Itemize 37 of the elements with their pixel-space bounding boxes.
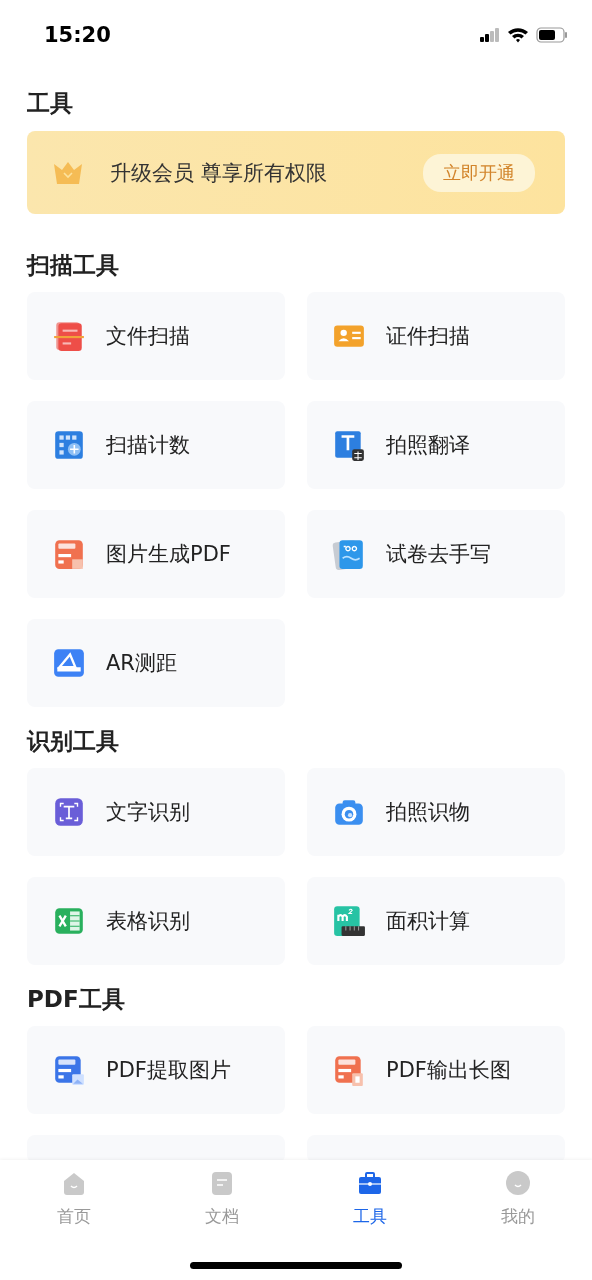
wifi-icon (507, 27, 529, 43)
battery-icon (536, 27, 568, 43)
text-recognition-icon (52, 795, 86, 829)
tool-button[interactable]: 表格识别 (27, 877, 285, 965)
tab-button[interactable]: 工具 (296, 1160, 444, 1229)
signal-icon (480, 28, 500, 42)
tool-button[interactable]: 扫描计数 (27, 401, 285, 489)
exam-paper-icon (332, 537, 366, 571)
tool-button[interactable]: 拍照翻译 (307, 401, 565, 489)
membership-banner[interactable]: 升级会员 尊享所有权限 立即开通 (27, 131, 565, 214)
grid-counter-icon (52, 428, 86, 462)
profile-icon (505, 1170, 531, 1197)
tool-button[interactable]: 证件扫描 (307, 292, 565, 380)
pdf-image-icon (52, 537, 86, 571)
status-time: 15:20 (44, 23, 111, 47)
pdf-picture-icon (52, 1053, 86, 1087)
tool-button[interactable]: AR测距 (27, 619, 285, 707)
toolbox-icon (357, 1170, 383, 1197)
tool-button[interactable]: 面积计算 (307, 877, 565, 965)
tool-button[interactable]: 图片生成PDF (27, 510, 285, 598)
tool-button[interactable]: 拍照识物 (307, 768, 565, 856)
tool-button[interactable]: 试卷去手写 (307, 510, 565, 598)
document-icon (209, 1170, 235, 1197)
area-measure-icon (332, 904, 366, 938)
page-title: 工具 (27, 89, 74, 118)
document-scan-icon (52, 319, 86, 353)
tool-button[interactable]: 文件扫描 (27, 292, 285, 380)
home-icon (61, 1170, 87, 1197)
tool-button[interactable]: PDF输出长图 (307, 1026, 565, 1114)
section-heading: 扫描工具 (27, 251, 120, 280)
section-heading: PDF工具 (27, 985, 126, 1014)
tool-button[interactable]: 文字识别 (27, 768, 285, 856)
tool-button[interactable]: PDF提取图片 (27, 1026, 285, 1114)
section-heading: 识别工具 (27, 727, 120, 756)
translate-icon (332, 428, 366, 462)
banner-text: 升级会员 尊享所有权限 (110, 159, 328, 187)
pdf-long-image-icon (332, 1053, 366, 1087)
